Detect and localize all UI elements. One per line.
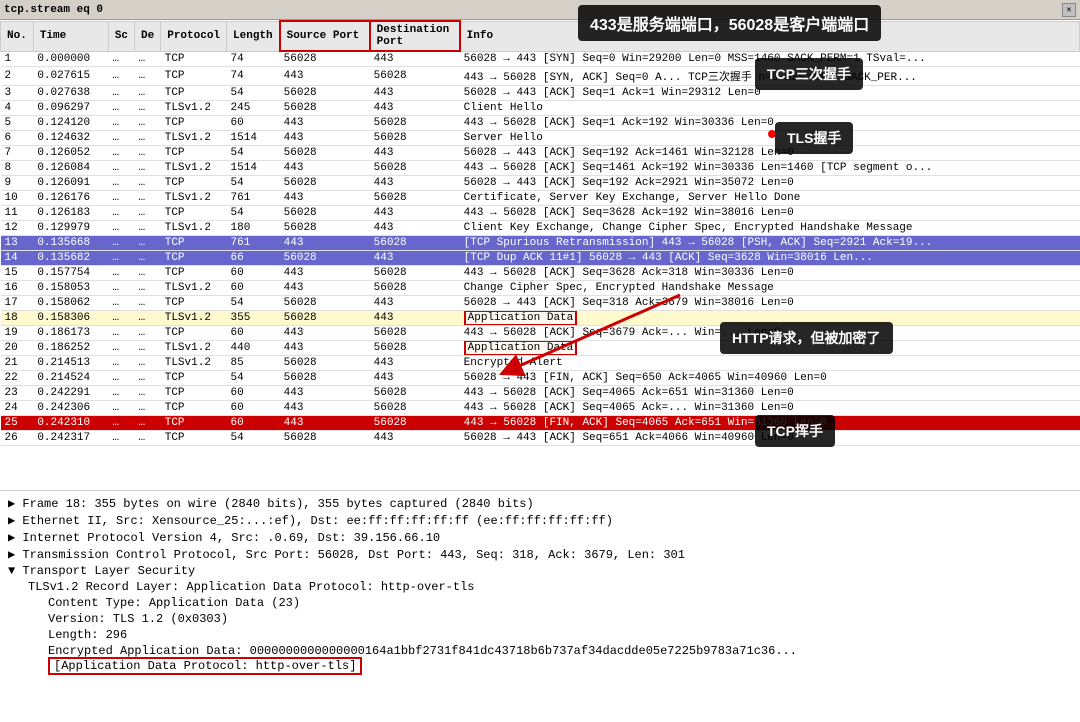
detail-line[interactable]: Content Type: Application Data (23) — [8, 595, 1072, 611]
annotation-http: HTTP请求，但被加密了 — [720, 322, 893, 354]
packet-table-scroll[interactable]: No. Time Sc De Protocol Length Source Po… — [0, 20, 1080, 490]
detail-line[interactable]: TLSv1.2 Record Layer: Application Data P… — [8, 579, 1072, 595]
title-bar: tcp.stream eq 0 ✕ — [0, 0, 1080, 20]
window-title: tcp.stream eq 0 — [4, 4, 103, 16]
table-row[interactable]: 160.158053……TLSv1.26044356028Change Ciph… — [1, 281, 1080, 296]
app-data-box: [Application Data Protocol: http-over-tl… — [48, 657, 362, 675]
detail-line[interactable]: ▶ Transmission Control Protocol, Src Por… — [8, 546, 1072, 563]
table-row[interactable]: 230.242291……TCP6044356028443 → 56028 [AC… — [1, 386, 1080, 401]
table-row[interactable]: 240.242306……TCP6044356028443 → 56028 [AC… — [1, 401, 1080, 416]
table-row[interactable]: 40.096297……TLSv1.224556028443Client Hell… — [1, 101, 1080, 116]
main-container: No. Time Sc De Protocol Length Source Po… — [0, 20, 1080, 722]
table-row[interactable]: 100.126176……TLSv1.276144356028Certificat… — [1, 191, 1080, 206]
col-header-time: Time — [33, 21, 108, 51]
detail-line[interactable]: ▶ Frame 18: 355 bytes on wire (2840 bits… — [8, 495, 1072, 512]
col-header-no: No. — [1, 21, 34, 51]
detail-pane: ▶ Frame 18: 355 bytes on wire (2840 bits… — [0, 490, 1080, 722]
detail-line[interactable]: ▶ Ethernet II, Src: Xensource_25:...:ef)… — [8, 512, 1072, 529]
table-row[interactable]: 220.214524……TCP545602844356028 → 443 [FI… — [1, 371, 1080, 386]
col-header-src: Source Port — [280, 21, 370, 51]
table-row[interactable]: 70.126052……TCP545602844356028 → 443 [ACK… — [1, 146, 1080, 161]
detail-line[interactable]: Length: 296 — [8, 627, 1072, 643]
table-row[interactable]: 20.027615……TCP7444356028443 → 56028 [SYN… — [1, 67, 1080, 86]
table-row[interactable]: 150.157754……TCP6044356028443 → 56028 [AC… — [1, 266, 1080, 281]
col-header-len: Length — [227, 21, 280, 51]
packet-tbody: 10.000000……TCP745602844356028 → 443 [SYN… — [1, 51, 1080, 446]
col-header-proto: Protocol — [161, 21, 227, 51]
table-row[interactable]: 90.126091……TCP545602844356028 → 443 [ACK… — [1, 176, 1080, 191]
table-row[interactable]: 190.186173……TCP6044356028443 → 56028 [AC… — [1, 326, 1080, 341]
col-header-dst: Destination Port — [370, 21, 460, 51]
detail-line[interactable]: Version: TLS 1.2 (0x0303) — [8, 611, 1072, 627]
annotation-tcp4: TCP挥手 — [755, 415, 835, 447]
table-row[interactable]: 250.242310……TCP6044356028443 → 56028 [FI… — [1, 416, 1080, 431]
detail-line[interactable]: ▶ Internet Protocol Version 4, Src: .0.6… — [8, 529, 1072, 546]
close-button[interactable]: ✕ — [1062, 3, 1076, 17]
table-row[interactable]: 200.186252……TLSv1.244044356028Applicatio… — [1, 341, 1080, 356]
table-row[interactable]: 210.214513……TLSv1.28556028443Encrypted A… — [1, 356, 1080, 371]
col-header-de: De — [135, 21, 161, 51]
detail-lines: ▶ Frame 18: 355 bytes on wire (2840 bits… — [8, 495, 1072, 673]
table-row[interactable]: 130.135668……TCP76144356028[TCP Spurious … — [1, 236, 1080, 251]
main-wrapper: tcp.stream eq 0 ✕ 433是服务端端口，56028是客户端端口 … — [0, 0, 1080, 722]
table-row[interactable]: 170.158062……TCP545602844356028 → 443 [AC… — [1, 296, 1080, 311]
annotation-port: 433是服务端端口，56028是客户端端口 — [578, 5, 881, 41]
table-row[interactable]: 180.158306……TLSv1.235556028443Applicatio… — [1, 311, 1080, 326]
table-row[interactable]: 30.027638……TCP545602844356028 → 443 [ACK… — [1, 86, 1080, 101]
table-row[interactable]: 140.135682……TCP6656028443[TCP Dup ACK 11… — [1, 251, 1080, 266]
detail-boxed-line: [Application Data Protocol: http-over-tl… — [8, 659, 1072, 673]
table-row[interactable]: 60.124632……TLSv1.2151444356028Server Hel… — [1, 131, 1080, 146]
annotation-tls: TLS握手 — [775, 122, 853, 154]
detail-line[interactable]: ▼ Transport Layer Security — [8, 563, 1072, 579]
table-row[interactable]: 120.129979……TLSv1.218056028443Client Key… — [1, 221, 1080, 236]
table-row[interactable]: 50.124120……TCP6044356028443 → 56028 [ACK… — [1, 116, 1080, 131]
table-row[interactable]: 10.000000……TCP745602844356028 → 443 [SYN… — [1, 51, 1080, 67]
table-row[interactable]: 80.126084……TLSv1.2151444356028443 → 5602… — [1, 161, 1080, 176]
table-row[interactable]: 260.242317……TCP545602844356028 → 443 [AC… — [1, 431, 1080, 446]
col-header-sc: Sc — [108, 21, 134, 51]
annotation-tcp3: TCP三次握手 — [755, 58, 863, 90]
packet-table: No. Time Sc De Protocol Length Source Po… — [0, 20, 1080, 446]
table-row[interactable]: 110.126183……TCP5456028443443 → 56028 [AC… — [1, 206, 1080, 221]
